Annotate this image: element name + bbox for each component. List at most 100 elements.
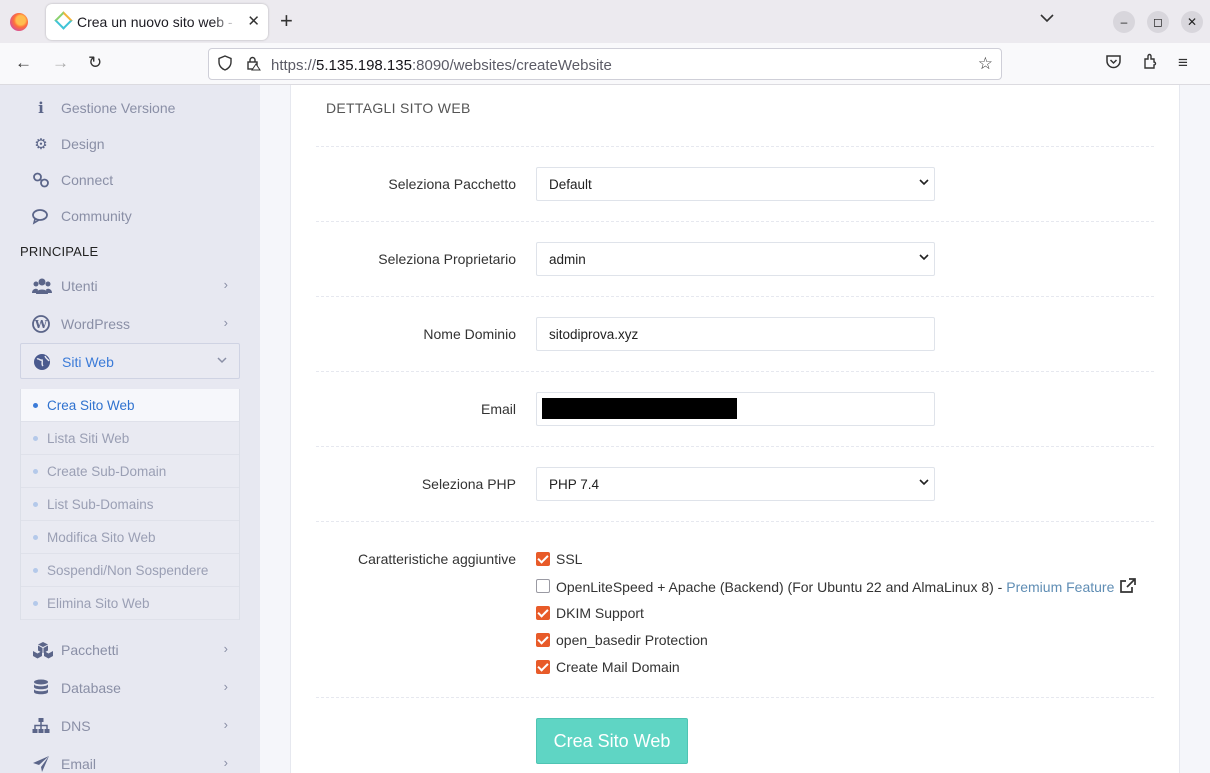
email-input[interactable] xyxy=(536,392,935,426)
reload-icon[interactable]: ↻ xyxy=(88,53,102,73)
divider xyxy=(316,221,1154,222)
info-icon: i xyxy=(38,99,44,117)
bullet-dot-icon xyxy=(33,469,38,474)
email-label: Email xyxy=(480,401,516,417)
bullet-dot-icon xyxy=(33,568,38,573)
redacted-email-value xyxy=(542,398,737,419)
sidebar: i Gestione Versione ⚙ Design Connect Com… xyxy=(0,85,260,773)
browser-navbar: ← → ↻ https://5.135.198.135:8090/website… xyxy=(0,43,1210,85)
create-website-button[interactable]: Crea Sito Web xyxy=(536,718,688,764)
external-link-icon[interactable] xyxy=(1120,578,1137,593)
package-label: Seleziona Pacchetto xyxy=(388,176,516,192)
sidebar-item-database[interactable]: Database › xyxy=(20,670,240,706)
domain-input[interactable]: sitodiprova.xyz xyxy=(536,317,935,351)
address-bar[interactable]: https://5.135.198.135:8090/websites/crea… xyxy=(208,48,1002,80)
divider xyxy=(316,146,1154,147)
browser-tabstrip: Crea un nuovo sito web - CyberPanel ✕ + … xyxy=(0,0,1210,43)
new-tab-button[interactable]: + xyxy=(280,9,293,33)
sidebar-item-siti-web[interactable]: Siti Web xyxy=(20,343,240,379)
php-select[interactable]: PHP 7.4 xyxy=(536,467,935,501)
package-select[interactable]: Default xyxy=(536,167,935,201)
sitemap-icon xyxy=(32,717,50,735)
main-content: DETTAGLI SITO WEB Seleziona Pacchetto De… xyxy=(260,85,1210,773)
owner-select[interactable]: admin xyxy=(536,242,935,276)
bullet-dot-icon xyxy=(33,601,38,606)
chevron-right-icon: › xyxy=(223,679,228,694)
chevron-right-icon: › xyxy=(223,315,228,330)
close-tab-icon[interactable]: ✕ xyxy=(247,12,260,30)
chevron-right-icon: › xyxy=(223,641,228,656)
domain-label: Nome Dominio xyxy=(423,326,516,342)
extensions-icon[interactable] xyxy=(1142,53,1159,75)
divider xyxy=(316,446,1154,447)
list-tabs-chevron-icon[interactable] xyxy=(1040,10,1054,26)
sidebar-item-wordpress[interactable]: W WordPress › xyxy=(20,306,240,342)
forward-arrow-icon[interactable]: → xyxy=(52,53,69,73)
divider xyxy=(316,521,1154,522)
chat-icon xyxy=(32,207,50,225)
chevron-right-icon: › xyxy=(223,277,228,292)
siti-web-submenu: Crea Sito Web Lista Siti Web Create Sub-… xyxy=(20,389,240,620)
url-text: https://5.135.198.135:8090/websites/crea… xyxy=(271,57,612,74)
sidebar-item-gestione-versione[interactable]: i Gestione Versione xyxy=(20,90,240,126)
submenu-item-crea-sito-web[interactable]: Crea Sito Web xyxy=(21,389,239,422)
chevron-down-icon xyxy=(919,254,929,261)
link-icon xyxy=(32,171,50,189)
submenu-item-create-sub-domain[interactable]: Create Sub-Domain xyxy=(21,455,239,488)
openlitespeed-apache-checkbox[interactable] xyxy=(536,579,550,593)
cubes-icon xyxy=(32,641,53,659)
firefox-logo-icon[interactable] xyxy=(10,13,28,31)
owner-label: Seleziona Proprietario xyxy=(378,251,516,267)
dkim-checkbox[interactable] xyxy=(536,606,550,620)
features-label: Caratteristiche aggiuntive xyxy=(358,551,516,567)
gear-icon: ⚙ xyxy=(34,136,48,153)
tab-title: Crea un nuovo sito web - CyberPanel xyxy=(77,14,237,30)
svg-text:W: W xyxy=(34,318,48,331)
bullet-dot-icon xyxy=(33,535,38,540)
menu-hamburger-icon[interactable]: ≡ xyxy=(1178,53,1188,73)
bullet-dot-icon xyxy=(33,403,38,408)
ssl-checkbox[interactable] xyxy=(536,552,550,566)
chevron-right-icon: › xyxy=(223,755,228,770)
users-icon xyxy=(32,277,52,295)
back-arrow-icon[interactable]: ← xyxy=(15,53,32,73)
chevron-down-icon xyxy=(217,352,227,367)
submenu-item-lista-siti-web[interactable]: Lista Siti Web xyxy=(21,422,239,455)
tracking-shield-icon[interactable] xyxy=(217,55,233,75)
divider xyxy=(316,371,1154,372)
php-label: Seleziona PHP xyxy=(421,476,516,492)
chevron-down-icon xyxy=(919,179,929,186)
cyberpanel-favicon-icon xyxy=(54,11,73,30)
pocket-icon[interactable] xyxy=(1105,53,1122,75)
sidebar-section-principale: PRINCIPALE xyxy=(20,244,99,259)
sidebar-item-design[interactable]: ⚙ Design xyxy=(20,126,240,162)
minimize-window-button[interactable]: – xyxy=(1113,11,1135,33)
divider xyxy=(316,296,1154,297)
bullet-dot-icon xyxy=(33,436,38,441)
database-icon xyxy=(32,679,50,697)
submenu-item-modifica-sito-web[interactable]: Modifica Sito Web xyxy=(21,521,239,554)
sidebar-item-email[interactable]: Email › xyxy=(20,746,240,773)
bullet-dot-icon xyxy=(33,502,38,507)
sidebar-item-dns[interactable]: DNS › xyxy=(20,708,240,744)
bookmark-star-icon[interactable]: ☆ xyxy=(978,54,993,74)
premium-feature-link[interactable]: Premium Feature xyxy=(1006,579,1114,595)
lock-warning-icon[interactable] xyxy=(245,55,261,75)
submenu-item-list-sub-domains[interactable]: List Sub-Domains xyxy=(21,488,239,521)
chevron-right-icon: › xyxy=(223,717,228,732)
sidebar-item-pacchetti[interactable]: Pacchetti › xyxy=(20,632,240,668)
sidebar-item-community[interactable]: Community xyxy=(20,198,240,234)
divider xyxy=(316,697,1154,698)
close-window-button[interactable]: ✕ xyxy=(1181,11,1203,33)
open-basedir-checkbox[interactable] xyxy=(536,633,550,647)
sidebar-item-connect[interactable]: Connect xyxy=(20,162,240,198)
sidebar-item-utenti[interactable]: Utenti › xyxy=(20,268,240,304)
restore-window-button[interactable]: ◻ xyxy=(1147,11,1169,33)
browser-tab[interactable]: Crea un nuovo sito web - CyberPanel ✕ xyxy=(46,4,268,40)
submenu-item-elimina-sito-web[interactable]: Elimina Sito Web xyxy=(21,587,239,620)
panel-title: DETTAGLI SITO WEB xyxy=(326,100,471,116)
submenu-item-sospendi[interactable]: Sospendi/Non Sospendere xyxy=(21,554,239,587)
wordpress-icon: W xyxy=(32,315,50,333)
website-details-panel: DETTAGLI SITO WEB Seleziona Pacchetto De… xyxy=(290,85,1180,773)
create-mail-domain-checkbox[interactable] xyxy=(536,660,550,674)
